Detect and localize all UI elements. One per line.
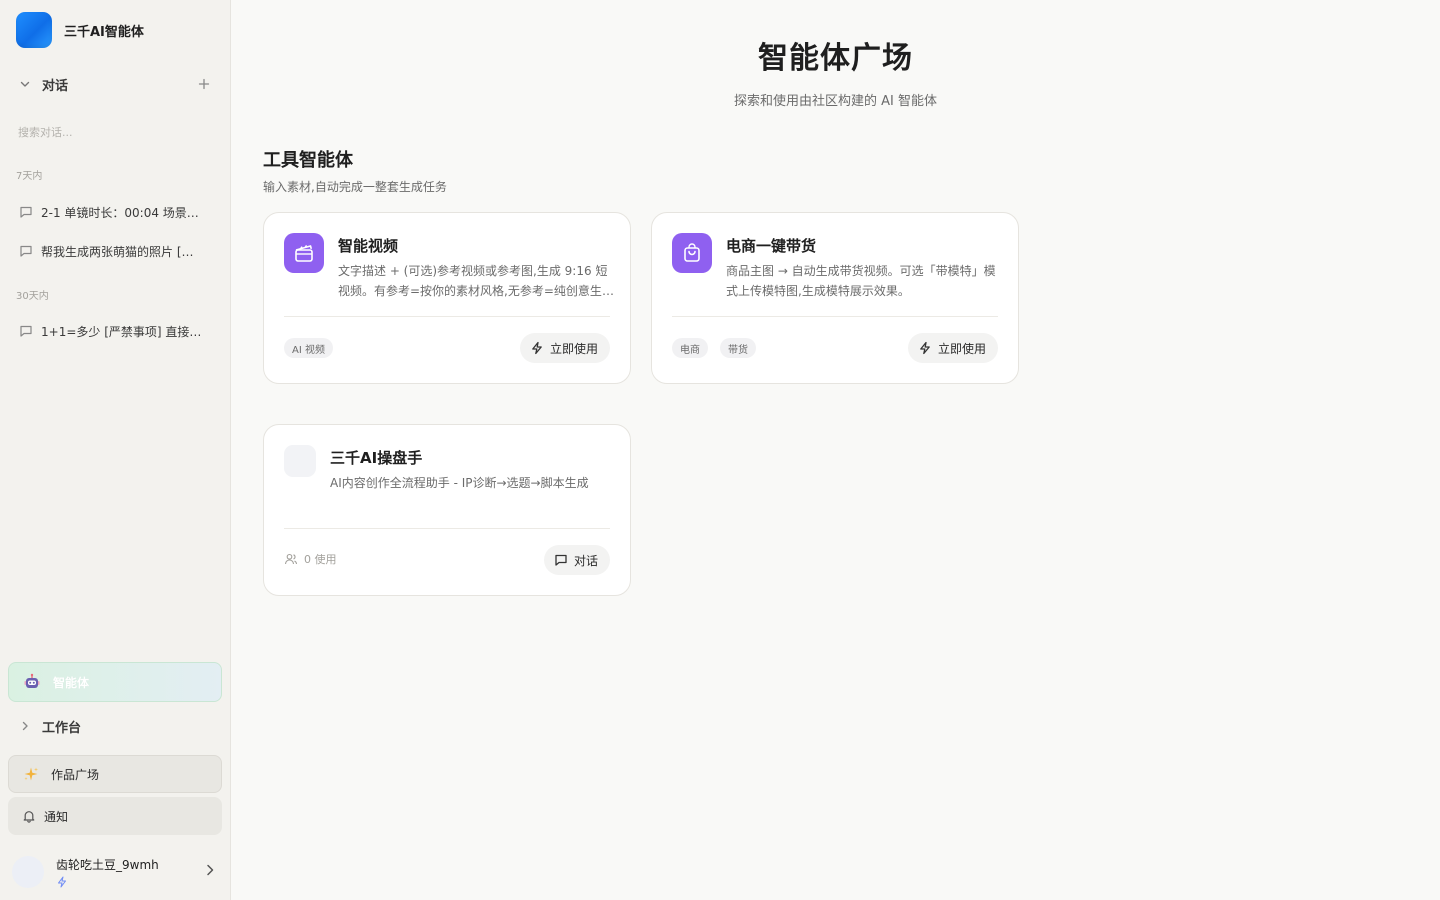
card-divider	[284, 528, 610, 529]
robot-icon	[24, 673, 40, 688]
group-label-7-days: 7天内	[16, 171, 43, 182]
chevron-right-icon	[207, 864, 214, 876]
page-subtitle: 探索和使用由社区构建的 AI 智能体	[734, 94, 937, 109]
card-tag: AI 视频	[284, 338, 333, 358]
agent-avatar-icon	[284, 445, 316, 477]
card-divider	[672, 316, 998, 317]
use-now-button[interactable]: 立即使用	[907, 333, 998, 363]
card-description: 文字描述 + (可选)参考视频或参考图,生成 9:16 短视频。有参考=按你的素…	[338, 264, 608, 298]
nav-notifications[interactable]: 通知	[8, 797, 222, 835]
chevron-right-icon	[16, 717, 34, 735]
bolt-icon	[532, 341, 542, 355]
nav-agents-label: 智能体	[53, 675, 90, 690]
new-chat-plus-icon[interactable]	[194, 74, 214, 94]
chat-section-header[interactable]: 对话	[16, 72, 214, 96]
users-icon	[284, 553, 298, 565]
conversation-title: 2-1 单镜时长：00:04 场景…	[41, 205, 199, 220]
search-chats-input[interactable]	[8, 120, 218, 144]
card-description: 商品主图 → 自动生成带货视频。可选「带模特」模式上传模特图,生成模特展示效果。	[726, 264, 996, 298]
conversation-item[interactable]: 2-1 单镜时长：00:04 场景…	[8, 196, 220, 228]
message-icon	[18, 243, 34, 259]
chevron-down-icon	[16, 75, 34, 93]
chat-section-title: 对话	[42, 78, 69, 94]
bolt-icon	[920, 341, 930, 355]
conversation-item[interactable]: 1+1=多少 [严禁事项] 直接生…	[8, 315, 220, 347]
clapperboard-icon	[284, 233, 324, 273]
workbench-section[interactable]: 工作台	[16, 714, 81, 738]
card-title: 电商一键带货	[726, 237, 817, 255]
agent-card-smart-video[interactable]: 智能视频 文字描述 + (可选)参考视频或参考图,生成 9:16 短视频。有参考…	[263, 212, 631, 384]
brand-logo	[16, 12, 52, 48]
workbench-label: 工作台	[42, 720, 82, 736]
nav-works-label: 作品广场	[51, 767, 100, 782]
agent-card-ecommerce[interactable]: 电商一键带货 商品主图 → 自动生成带货视频。可选「带模特」模式上传模特图,生成…	[651, 212, 1019, 384]
conversation-title: 帮我生成两张萌猫的照片 […	[41, 244, 194, 259]
user-name: 齿轮吃土豆_9wmh	[56, 858, 159, 872]
shopping-bag-icon	[672, 233, 712, 273]
agent-card-ai-operator[interactable]: 三千AI操盘手 AI内容创作全流程助手 - IP诊断→选题→脚本生成 0 使用 …	[263, 424, 631, 596]
card-description: AI内容创作全流程助手 - IP诊断→选题→脚本生成	[330, 476, 589, 490]
message-icon	[18, 323, 34, 339]
nav-works-square[interactable]: 作品广场	[8, 755, 222, 793]
chat-button[interactable]: 对话	[543, 545, 610, 575]
message-icon	[555, 554, 567, 566]
bell-icon	[23, 811, 35, 823]
sidebar: 三千AI智能体 对话 7天内 2-1 单镜时长：00:04 场景… 帮我生成两张…	[0, 0, 231, 900]
section-title: 工具智能体	[263, 150, 353, 171]
card-divider	[284, 316, 610, 317]
card-tag: 电商	[672, 338, 708, 358]
main-content: 智能体广场 探索和使用由社区构建的 AI 智能体 工具智能体 输入素材,自动完成…	[231, 0, 1440, 900]
bolt-icon	[58, 876, 66, 888]
conversation-title: 1+1=多少 [严禁事项] 直接生…	[41, 324, 209, 339]
card-title: 三千AI操盘手	[330, 449, 423, 467]
avatar	[12, 856, 44, 888]
message-icon	[18, 204, 34, 220]
use-now-button[interactable]: 立即使用	[519, 333, 610, 363]
usage-count: 0 使用	[284, 551, 337, 567]
brand[interactable]: 三千AI智能体	[16, 12, 144, 48]
brand-name: 三千AI智能体	[64, 24, 144, 40]
group-label-30-days: 30天内	[16, 291, 49, 302]
card-tag: 带货	[720, 338, 756, 358]
nav-agents[interactable]: 智能体	[8, 662, 222, 702]
nav-notifications-label: 通知	[44, 809, 69, 824]
card-title: 智能视频	[338, 237, 399, 255]
sparkles-icon	[24, 767, 38, 781]
user-profile[interactable]: 齿轮吃土豆_9wmh	[12, 852, 222, 892]
section-description: 输入素材,自动完成一整套生成任务	[263, 180, 447, 194]
page-title: 智能体广场	[758, 41, 913, 76]
conversation-item[interactable]: 帮我生成两张萌猫的照片 […	[8, 235, 220, 267]
